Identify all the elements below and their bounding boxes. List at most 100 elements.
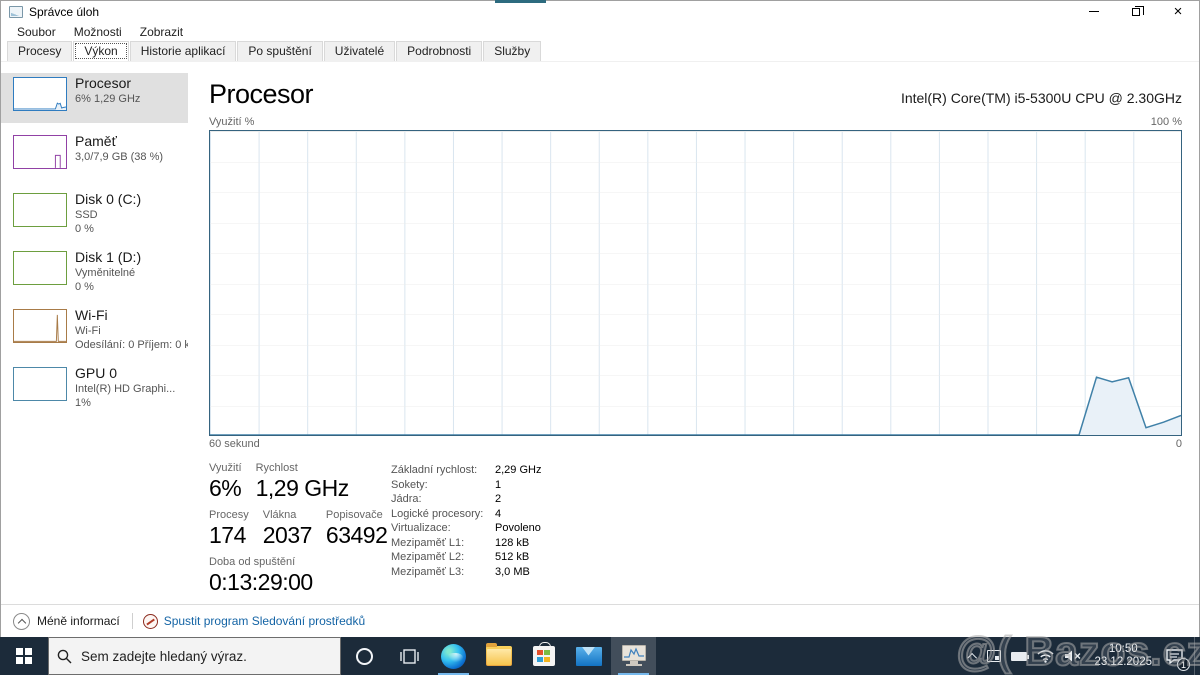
sidebar-item-sub2: 0 % — [75, 280, 188, 294]
cpu-usage-curve — [210, 131, 1181, 435]
sidebar-item-title: Wi-Fi — [75, 307, 188, 324]
usage-label: Využití — [209, 462, 242, 474]
sidebar-item-disk1[interactable]: Disk 1 (D:) Vyměnitelné 0 % — [1, 247, 188, 297]
window-title: Správce úloh — [29, 5, 99, 19]
search-input[interactable] — [81, 649, 332, 664]
system-tray: 10:50 23.12.2025 1 — [965, 637, 1200, 675]
sidebar-item-wifi[interactable]: Wi-Fi Wi-Fi Odesílání: 0 Příjem: 0 kb — [1, 305, 188, 355]
cpu-stats: Využití 6% Rychlost 1,29 GHz Procesy — [209, 462, 1182, 603]
sidebar-item-title: Disk 1 (D:) — [75, 249, 188, 266]
usage-value: 6% — [209, 475, 242, 502]
cpu-usage-chart — [209, 130, 1182, 436]
tab-podrobnosti[interactable]: Podrobnosti — [396, 41, 482, 61]
performance-sidebar: Procesor 6% 1,29 GHz Paměť 3,0/7,9 GB (3… — [1, 62, 188, 604]
task-manager-taskbar-button[interactable] — [611, 637, 656, 675]
task-manager-app-icon — [622, 645, 646, 667]
l1-cache-label: Mezipaměť L1: — [391, 537, 491, 549]
l2-cache-value: 512 kB — [495, 551, 541, 563]
sidebar-item-title: GPU 0 — [75, 365, 188, 382]
cpu-header: Procesor Intel(R) Core(TM) i5-5300U CPU … — [209, 76, 1182, 110]
cpu-stats-right: Základní rychlost: 2,29 GHz Sokety: 1 Já… — [391, 462, 541, 603]
handles-value: 63492 — [326, 522, 387, 549]
tray-volume-button[interactable] — [1059, 637, 1087, 675]
restore-button[interactable] — [1115, 1, 1157, 22]
base-speed-label: Základní rychlost: — [391, 464, 491, 476]
taskbar-search[interactable] — [48, 637, 341, 675]
tablet-icon — [987, 650, 1001, 662]
microsoft-store-icon — [533, 646, 555, 666]
processes-label: Procesy — [209, 509, 249, 521]
clock-date: 23.12.2025 — [1094, 656, 1152, 669]
screen: Správce úloh × Soubor Možnosti Zobrazit … — [0, 0, 1200, 675]
tab-sluzby[interactable]: Služby — [483, 41, 541, 61]
mail-taskbar-button[interactable] — [566, 637, 611, 675]
resource-monitor-icon — [143, 614, 158, 629]
cortana-icon — [356, 648, 373, 665]
l3-cache-value: 3,0 MB — [495, 566, 541, 578]
cores-value: 2 — [495, 493, 541, 505]
menubar: Soubor Možnosti Zobrazit — [1, 22, 1199, 41]
tab-bar: Procesy Výkon Historie aplikací Po spušt… — [1, 41, 1199, 62]
close-icon: × — [1174, 4, 1183, 19]
cortana-button[interactable] — [341, 637, 387, 675]
tab-uzivatele[interactable]: Uživatelé — [324, 41, 395, 61]
tab-historie-aplikaci[interactable]: Historie aplikací — [130, 41, 237, 61]
taskbar: 10:50 23.12.2025 1 — [0, 637, 1200, 675]
sidebar-item-gpu0[interactable]: GPU 0 Intel(R) HD Graphi... 1% — [1, 363, 188, 413]
tray-tablet-button[interactable] — [982, 637, 1006, 675]
edge-taskbar-button[interactable] — [431, 637, 476, 675]
sidebar-item-sub: 3,0/7,9 GB (38 %) — [75, 150, 188, 164]
tab-vykon[interactable]: Výkon — [73, 41, 128, 61]
file-explorer-taskbar-button[interactable] — [476, 637, 521, 675]
cpu-stats-left: Využití 6% Rychlost 1,29 GHz Procesy — [209, 462, 381, 603]
less-info-button[interactable]: Méně informací — [37, 614, 120, 628]
footer-divider — [132, 613, 133, 629]
show-desktop-button[interactable] — [1194, 637, 1200, 675]
sidebar-item-procesor[interactable]: Procesor 6% 1,29 GHz — [1, 73, 188, 123]
store-taskbar-button[interactable] — [521, 637, 566, 675]
minimize-button[interactable] — [1073, 1, 1115, 22]
uptime-label: Doba od spuštění — [209, 556, 313, 568]
virtualization-label: Virtualizace: — [391, 522, 491, 534]
tab-po-spusteni[interactable]: Po spuštění — [237, 41, 322, 61]
sidebar-item-title: Procesor — [75, 75, 188, 92]
chart-top-labels: Využití % 100 % — [209, 116, 1182, 128]
threads-value: 2037 — [263, 522, 312, 549]
chart-min-label: 0 — [1176, 438, 1182, 450]
sidebar-item-sub2: Odesílání: 0 Příjem: 0 kb — [75, 338, 188, 352]
resource-monitor-link[interactable]: Spustit program Sledování prostředků — [164, 614, 365, 628]
close-button[interactable]: × — [1157, 1, 1199, 22]
speaker-muted-icon — [1064, 649, 1082, 663]
top-accent-bar — [495, 0, 546, 3]
virtualization-value: Povoleno — [495, 522, 541, 534]
sidebar-item-title: Disk 0 (C:) — [75, 191, 188, 208]
taskbar-clock[interactable]: 10:50 23.12.2025 — [1087, 643, 1159, 669]
minimize-icon — [1089, 11, 1099, 12]
sidebar-item-sub2: 1% — [75, 396, 188, 410]
chart-bottom-labels: 60 sekund 0 — [209, 438, 1182, 450]
gpu-mini-chart-icon — [13, 367, 67, 401]
file-explorer-icon — [486, 646, 512, 666]
tray-wifi-button[interactable] — [1032, 637, 1059, 675]
battery-icon — [1011, 652, 1027, 661]
action-center-button[interactable]: 1 — [1159, 637, 1194, 675]
sidebar-item-disk0[interactable]: Disk 0 (C:) SSD 0 % — [1, 189, 188, 239]
performance-content: Procesor 6% 1,29 GHz Paměť 3,0/7,9 GB (3… — [1, 62, 1199, 604]
titlebar[interactable]: Správce úloh × — [1, 1, 1199, 22]
l1-cache-value: 128 kB — [495, 537, 541, 549]
chart-max-label: 100 % — [1151, 116, 1182, 128]
cores-label: Jádra: — [391, 493, 491, 505]
menu-moznosti[interactable]: Možnosti — [65, 23, 131, 41]
task-manager-window: Správce úloh × Soubor Možnosti Zobrazit … — [0, 0, 1200, 637]
tray-battery-button[interactable] — [1006, 637, 1032, 675]
edge-icon — [441, 644, 466, 669]
menu-zobrazit[interactable]: Zobrazit — [131, 23, 192, 41]
memory-mini-chart-icon — [13, 135, 67, 169]
start-button[interactable] — [0, 637, 48, 675]
menu-soubor[interactable]: Soubor — [8, 23, 65, 41]
sidebar-item-pamet[interactable]: Paměť 3,0/7,9 GB (38 %) — [1, 131, 188, 181]
tab-procesy[interactable]: Procesy — [7, 41, 72, 61]
tray-expand-button[interactable] — [965, 637, 982, 675]
logical-processors-label: Logické procesory: — [391, 508, 491, 520]
task-view-button[interactable] — [387, 637, 431, 675]
